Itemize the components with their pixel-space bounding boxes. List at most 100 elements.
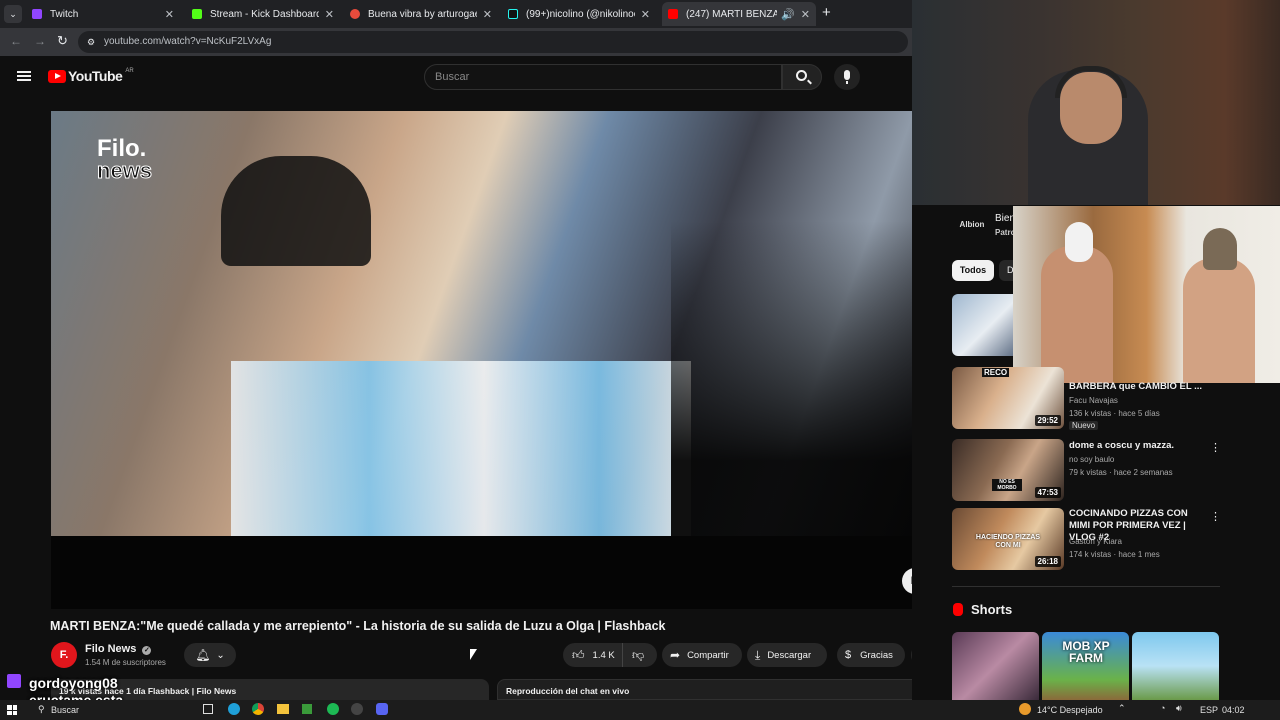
masked-person-left: [1041, 246, 1113, 383]
taskview-icon[interactable]: [203, 704, 213, 714]
twitch-icon: [32, 9, 42, 19]
tab-search-button[interactable]: ⌄: [4, 5, 22, 23]
menu-icon[interactable]: [17, 71, 31, 81]
rec-channel: Gaston y Kiara: [1069, 537, 1122, 546]
kick-icon: [192, 9, 202, 19]
helmet-mask: [1203, 228, 1237, 270]
tray-chevron-icon[interactable]: ⌃: [1118, 703, 1126, 714]
close-tab-icon[interactable]: ✕: [165, 8, 174, 21]
recommendation-item[interactable]: NO ES MORBO 47:53 dome a coscu y mazza. …: [952, 439, 1222, 501]
tab-tiktok[interactable]: (99+)nicolino (@nikolinoo) | Tik ✕: [502, 2, 656, 26]
video-player[interactable]: Filo. news F.: [51, 111, 912, 609]
search-icon: ⚲: [38, 704, 45, 714]
edge-icon[interactable]: [228, 703, 240, 715]
sidebar-divider: [952, 586, 1220, 587]
like-button[interactable]: 👍︎ 1.4 K: [563, 643, 623, 667]
close-tab-icon[interactable]: ✕: [325, 8, 334, 21]
speaker-icon[interactable]: 🔊: [781, 8, 795, 21]
voice-search-button[interactable]: [834, 64, 860, 90]
forward-icon[interactable]: →: [34, 34, 46, 48]
short-thumbnail[interactable]: MOB XP FARM: [1042, 632, 1129, 700]
rec-meta: 136 k vistas · hace 5 días: [1069, 409, 1160, 418]
short-thumbnail[interactable]: [1132, 632, 1219, 700]
youtube-play-icon: [48, 69, 66, 83]
dislike-button[interactable]: 👎︎: [623, 648, 644, 663]
back-icon[interactable]: ←: [10, 34, 22, 48]
close-tab-icon[interactable]: ✕: [641, 8, 650, 21]
tab-kick[interactable]: Stream - Kick Dashboard ✕: [186, 2, 340, 26]
windows-start-icon[interactable]: [7, 705, 17, 715]
browser-toolbar: ← → ↻ ⚙ youtube.com/watch?v=NcKuF2LVxAg: [0, 28, 912, 56]
rec-more-icon[interactable]: ⋮: [1210, 441, 1221, 454]
weather-text[interactable]: 14°C Despejado: [1037, 705, 1103, 715]
short-thumbnail[interactable]: [952, 632, 1039, 700]
guest-camera-overlay: [1013, 206, 1280, 383]
address-bar[interactable]: ⚙ youtube.com/watch?v=NcKuF2LVxAg: [78, 31, 908, 53]
recommendation-item[interactable]: HACIENDO PIZZAS CON MI 26:18 COCINANDO P…: [952, 508, 1222, 570]
share-button[interactable]: ➦ Compartir: [662, 643, 742, 667]
search-button[interactable]: [782, 64, 822, 90]
spotify-icon[interactable]: [327, 703, 339, 715]
region-code: AR: [125, 68, 134, 74]
channel-avatar[interactable]: F.: [51, 642, 77, 668]
search-icon: [796, 70, 807, 81]
language-indicator[interactable]: ESP: [1200, 705, 1218, 715]
tab-youtube-active[interactable]: (247) MARTI BENZA:"Me qu 🔊 ✕: [662, 2, 816, 26]
tab-buena-vibra[interactable]: Buena vibra by arturogaeldeleo ✕: [344, 2, 498, 26]
reload-icon[interactable]: ↻: [57, 33, 68, 49]
rec-thumbnail[interactable]: HACIENDO PIZZAS CON MI 26:18: [952, 508, 1064, 570]
share-icon: ➦: [670, 648, 681, 662]
volume-icon[interactable]: 🔊︎: [1176, 703, 1182, 714]
obs-icon[interactable]: [351, 703, 363, 715]
chat-replay-label: Reproducción del chat en vivo: [506, 686, 630, 696]
rec-thumb-label: HACIENDO PIZZAS CON MI: [975, 534, 1041, 549]
shorts-icon: [953, 603, 963, 616]
chip-all[interactable]: Todos: [952, 260, 994, 281]
chrome-icon[interactable]: [252, 703, 264, 715]
sponsor-title: Bien: [995, 213, 1016, 224]
video-frame-detail: [231, 361, 691, 536]
rec-meta: 79 k vistas · hace 2 semanas: [1069, 468, 1173, 477]
rec-title: BARBERA que CAMBIO EL ...: [1069, 381, 1203, 392]
like-dislike-group: 👍︎ 1.4 K 👎︎: [563, 643, 657, 667]
site-icon: [350, 9, 360, 19]
rec-thumbnail[interactable]: RECO 29:52: [952, 367, 1064, 429]
video-frame-detail: [221, 156, 371, 266]
download-button[interactable]: ⤓ Descargar: [747, 643, 827, 667]
close-tab-icon[interactable]: ✕: [801, 8, 810, 21]
discord-icon[interactable]: [376, 703, 388, 715]
app-icon[interactable]: [302, 704, 312, 714]
search-input[interactable]: Buscar: [424, 64, 782, 90]
clock[interactable]: 04:02: [1222, 705, 1245, 715]
tab-twitch[interactable]: Twitch ✕: [26, 2, 180, 26]
close-tab-icon[interactable]: ✕: [483, 8, 492, 21]
video-title: MARTI BENZA:"Me quedé callada y me arrep…: [50, 619, 666, 633]
rec-more-icon[interactable]: ⋮: [1210, 510, 1221, 523]
url-text: youtube.com/watch?v=NcKuF2LVxAg: [104, 36, 272, 47]
youtube-logo[interactable]: YouTube AR: [48, 68, 134, 84]
channel-name[interactable]: Filo News ✓: [85, 643, 152, 655]
thanks-button[interactable]: $ Gracias: [837, 643, 905, 667]
rec-duration: 26:18: [1034, 556, 1061, 567]
mouse-cursor: [470, 649, 477, 660]
subscribed-bell-button[interactable]: 🔔︎ ⌄: [184, 643, 236, 667]
streamer-webcam: [912, 0, 1280, 205]
sponsor-logo[interactable]: Albion: [956, 211, 988, 239]
microphone-icon: [844, 70, 850, 80]
wifi-icon[interactable]: ◔: [1160, 703, 1165, 713]
youtube-icon: [668, 9, 678, 19]
bell-icon: 🔔︎: [195, 648, 211, 662]
verified-icon: ✓: [142, 646, 152, 655]
site-info-icon[interactable]: ⚙: [87, 31, 95, 53]
recommendation-item[interactable]: RECO 29:52 BARBERA que CAMBIO EL ... Fac…: [952, 367, 1222, 430]
new-tab-button[interactable]: +: [822, 4, 831, 21]
tab-label: Twitch: [50, 8, 79, 20]
chat-replay-box[interactable]: Reproducción del chat en vivo: [497, 679, 935, 700]
youtube-wordmark: YouTube: [68, 68, 123, 84]
windows-taskbar: ⚲ Buscar 14°C Despejado ⌃ ◔ 🔊︎ ESP 04:02: [0, 700, 1280, 720]
subscriber-count: 1.54 M de suscriptores: [85, 658, 166, 667]
rec-thumbnail[interactable]: NO ES MORBO 47:53: [952, 439, 1064, 501]
file-explorer-icon[interactable]: [277, 704, 289, 714]
thumbs-up-icon: 👍︎: [572, 647, 585, 662]
taskbar-search[interactable]: ⚲ Buscar: [30, 702, 190, 718]
